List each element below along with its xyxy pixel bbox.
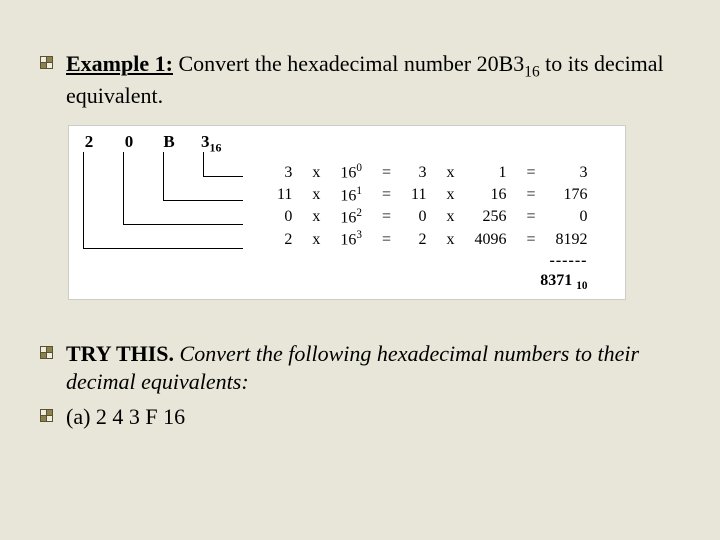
result-row: 8371 10 <box>267 271 597 293</box>
bracket-lines <box>79 152 239 262</box>
bullet-icon <box>40 346 54 360</box>
bullet-icon <box>40 56 54 70</box>
conversion-diagram: 2 0 B 316 3x 160 =3 x1 =3 11x 161 =11 x1… <box>68 125 626 300</box>
table-row: 0x 162 =0 x256 =0 <box>267 206 597 228</box>
trythis-item: TRY THIS. Convert the following hexadeci… <box>40 340 680 397</box>
dash-row: ------ <box>267 251 597 271</box>
example-text: Example 1: Convert the hexadecimal numbe… <box>66 50 680 111</box>
example-item: Example 1: Convert the hexadecimal numbe… <box>40 50 680 111</box>
trythis-text: TRY THIS. Convert the following hexadeci… <box>66 340 680 397</box>
part-a-item: (a) 2 4 3 F 16 <box>40 403 680 432</box>
table-row: 3x 160 =3 x1 =3 <box>267 161 597 183</box>
table-row: 11x 161 =11 x16 =176 <box>267 184 597 206</box>
calc-table: 3x 160 =3 x1 =3 11x 161 =11 x16 =176 0x … <box>267 161 597 293</box>
bullet-icon <box>40 409 54 423</box>
table-row: 2x 163 =2 x4096 =8192 <box>267 228 597 250</box>
part-a-text: (a) 2 4 3 F 16 <box>66 403 680 432</box>
